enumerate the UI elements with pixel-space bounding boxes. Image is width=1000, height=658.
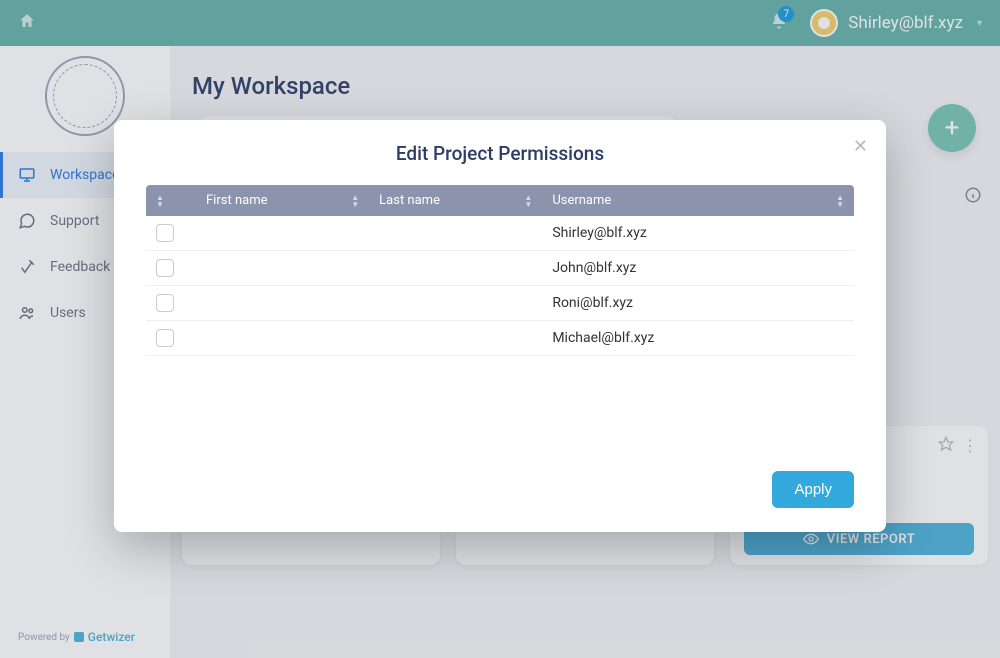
modal-backdrop[interactable]: ✕ Edit Project Permissions ▲▼ First name… bbox=[0, 0, 1000, 658]
col-lastname[interactable]: Last name▲▼ bbox=[369, 185, 542, 216]
cell-firstname bbox=[196, 321, 369, 355]
edit-permissions-modal: ✕ Edit Project Permissions ▲▼ First name… bbox=[114, 120, 886, 532]
table-header-row: ▲▼ First name▲▼ Last name▲▼ Username▲▼ bbox=[146, 185, 854, 216]
sort-icon: ▲▼ bbox=[156, 194, 164, 208]
table-row: John@blf.xyz bbox=[146, 251, 854, 286]
permissions-table: ▲▼ First name▲▼ Last name▲▼ Username▲▼ S… bbox=[146, 185, 854, 441]
cell-firstname bbox=[196, 251, 369, 285]
cell-firstname bbox=[196, 286, 369, 320]
row-checkbox[interactable] bbox=[156, 294, 174, 312]
row-checkbox[interactable] bbox=[156, 329, 174, 347]
apply-button[interactable]: Apply bbox=[772, 471, 854, 508]
table-row: Roni@blf.xyz bbox=[146, 286, 854, 321]
sort-icon: ▲▼ bbox=[836, 194, 844, 208]
table-row: Michael@blf.xyz bbox=[146, 321, 854, 356]
cell-username: Roni@blf.xyz bbox=[542, 286, 854, 320]
cell-lastname bbox=[369, 251, 542, 285]
cell-username: Michael@blf.xyz bbox=[542, 321, 854, 355]
cell-username: Shirley@blf.xyz bbox=[542, 216, 854, 250]
row-checkbox[interactable] bbox=[156, 224, 174, 242]
row-checkbox[interactable] bbox=[156, 259, 174, 277]
cell-lastname bbox=[369, 286, 542, 320]
col-checkbox[interactable]: ▲▼ bbox=[146, 185, 196, 216]
close-icon[interactable]: ✕ bbox=[853, 136, 868, 157]
cell-lastname bbox=[369, 216, 542, 250]
sort-icon: ▲▼ bbox=[524, 194, 532, 208]
col-username[interactable]: Username▲▼ bbox=[542, 185, 854, 216]
modal-title: Edit Project Permissions bbox=[146, 142, 854, 165]
cell-firstname bbox=[196, 216, 369, 250]
table-row: Shirley@blf.xyz bbox=[146, 216, 854, 251]
col-firstname[interactable]: First name▲▼ bbox=[196, 185, 369, 216]
cell-username: John@blf.xyz bbox=[542, 251, 854, 285]
cell-lastname bbox=[369, 321, 542, 355]
sort-icon: ▲▼ bbox=[351, 194, 359, 208]
